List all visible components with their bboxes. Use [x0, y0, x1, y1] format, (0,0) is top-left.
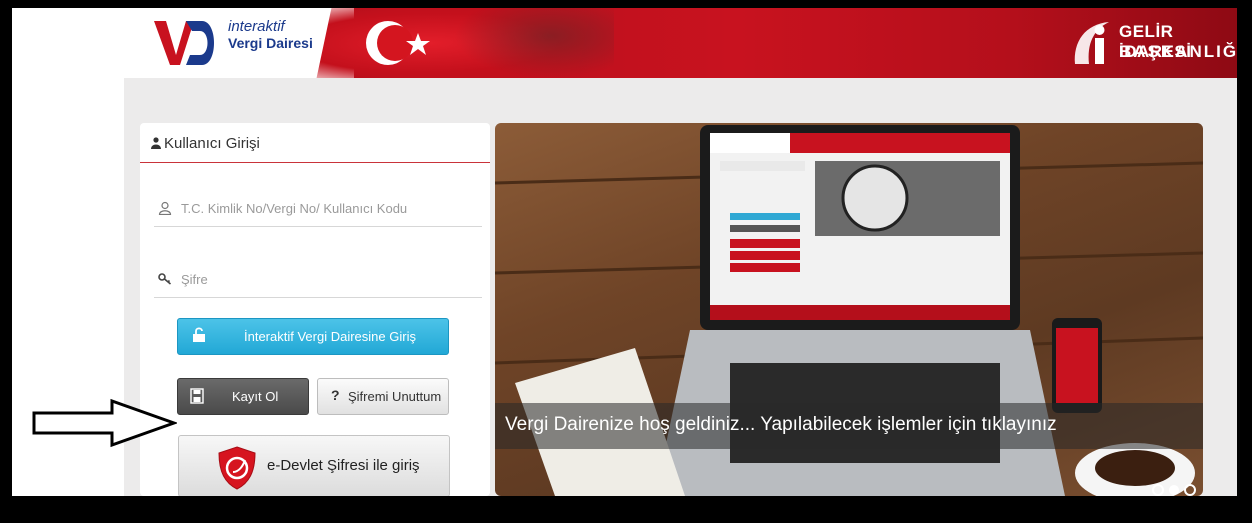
question-icon: ? [331, 387, 340, 403]
login-button[interactable]: İnteraktif Vergi Dairesine Giriş [177, 318, 449, 355]
user-icon [151, 137, 161, 149]
password-input[interactable] [181, 266, 471, 292]
login-button-label: İnteraktif Vergi Dairesine Giriş [244, 329, 416, 344]
site-header: interaktif Vergi Dairesi GELİR İDARESİ B… [124, 8, 1237, 78]
unlock-icon [193, 327, 205, 342]
password-field [154, 264, 482, 298]
floppy-disk-icon [190, 388, 204, 404]
login-panel-header: Kullanıcı Girişi [140, 123, 490, 163]
gib-title-line2: BAŞKANLIĞI [1119, 42, 1237, 61]
login-panel-title: Kullanıcı Girişi [164, 135, 260, 152]
hero-slider[interactable]: Vergi Dairenize hoş geldiniz... Yapılabi… [495, 123, 1203, 496]
forgot-password-button[interactable]: ? Şifremi Unuttum [317, 378, 449, 415]
register-button-label: Kayıt Ol [232, 389, 279, 404]
browser-viewport: interaktif Vergi Dairesi GELİR İDARESİ B… [12, 8, 1237, 496]
gib-logo-icon [1074, 22, 1109, 64]
logo-line-vergi-dairesi: Vergi Dairesi [228, 35, 313, 51]
edevlet-login-button[interactable]: e-Devlet Şifresi ile giriş [178, 435, 450, 496]
slider-dots-icon[interactable] [1150, 483, 1200, 496]
crescent-star-icon [366, 21, 430, 65]
arrow-annotation-icon [32, 398, 177, 448]
ivd-logo-mark-icon [154, 21, 214, 65]
hero-caption-bar[interactable]: Vergi Dairenize hoş geldiniz... Yapılabi… [495, 403, 1203, 449]
key-icon [158, 273, 172, 285]
id-field [154, 193, 482, 227]
forgot-password-label: Şifremi Unuttum [348, 389, 442, 404]
id-input[interactable] [181, 195, 471, 221]
hero-caption: Vergi Dairenize hoş geldiniz... Yapılabi… [505, 414, 1057, 435]
edevlet-login-label: e-Devlet Şifresi ile giriş [267, 457, 420, 474]
logo-line-interaktif: interaktif [228, 18, 285, 35]
register-button[interactable]: Kayıt Ol [177, 378, 309, 415]
login-panel: Kullanıcı Girişi İnteraktif Vergi Daires… [140, 123, 490, 496]
person-outline-icon [158, 201, 172, 215]
edevlet-shield-icon [218, 446, 256, 490]
ataturk-portrait-graphic [454, 8, 614, 78]
